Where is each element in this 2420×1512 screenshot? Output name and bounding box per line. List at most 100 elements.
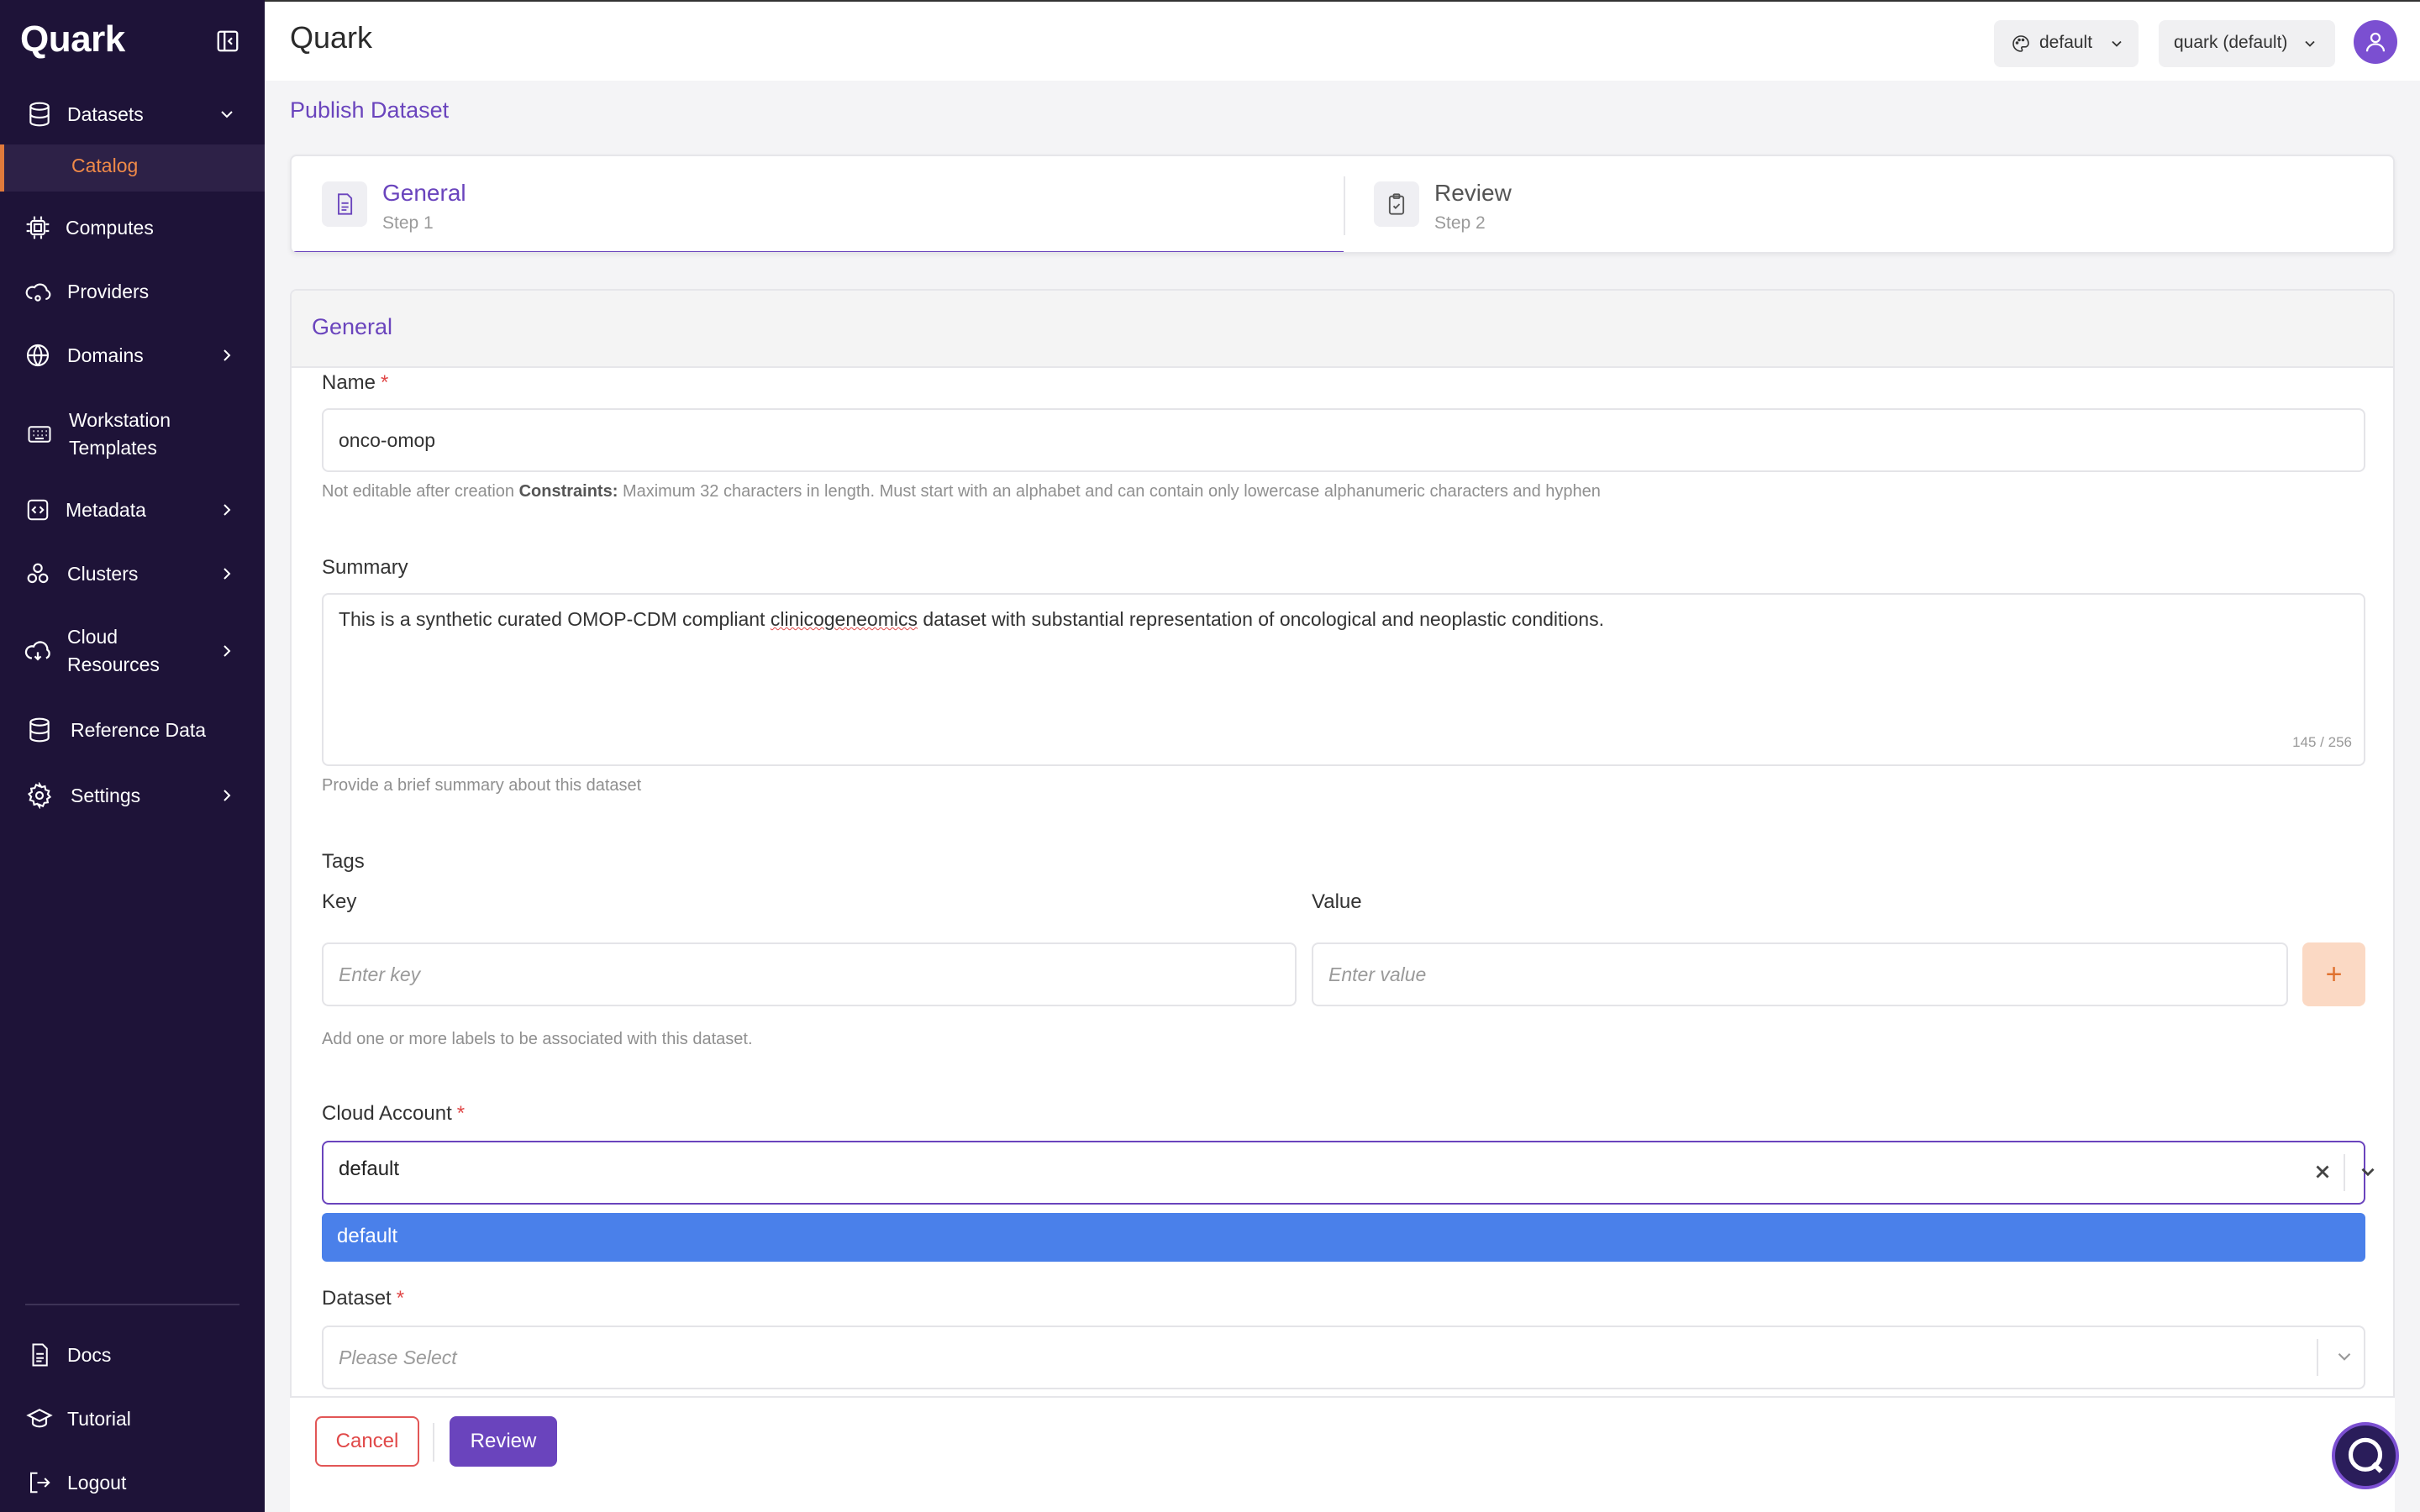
sidebar-item-workstation-templates[interactable]: Workstation Templates [0, 407, 265, 462]
palette-icon [2011, 34, 2031, 59]
sidebar-item-clusters[interactable]: Clusters [0, 559, 265, 588]
sidebar-item-settings[interactable]: Settings [0, 781, 265, 810]
clipboard-check-icon [1374, 181, 1419, 227]
sidebar-item-providers[interactable]: Providers [0, 277, 265, 306]
workspace-select-value: quark (default) [2174, 33, 2288, 52]
sidebar-item-label: Domains [67, 344, 144, 366]
cloud-account-value: default [339, 1158, 400, 1180]
summary-help: Provide a brief summary about this datas… [322, 776, 642, 795]
summary-textarea[interactable]: This is a synthetic curated OMOP-CDM com… [322, 593, 2365, 766]
globe-icon [24, 341, 52, 370]
cancel-button[interactable]: Cancel [315, 1416, 419, 1467]
sidebar-item-label: Tutorial [67, 1408, 131, 1430]
review-button[interactable]: Review [450, 1416, 557, 1467]
chevron-right-icon [217, 345, 237, 365]
database-icon [25, 716, 54, 744]
general-form-card: General Name * onco-omop Not editable aft… [290, 289, 2395, 1512]
sidebar-item-reference-data[interactable]: Reference Data [0, 716, 265, 744]
page-title: Publish Dataset [290, 97, 450, 123]
theme-select[interactable]: default [1994, 20, 2139, 67]
section-header: General [292, 291, 2393, 368]
sidebar-item-catalog[interactable]: Catalog [0, 144, 265, 192]
sidebar-item-label: Reference Data [71, 719, 207, 741]
logout-icon [25, 1468, 54, 1497]
user-avatar[interactable] [2354, 20, 2397, 64]
dropdown-option-default[interactable]: default [322, 1213, 2365, 1262]
app-title: Quark [290, 20, 373, 55]
document-icon [322, 181, 367, 227]
sidebar-item-domains[interactable]: Domains [0, 341, 265, 370]
section-title: General [312, 314, 393, 339]
keyboard-icon [25, 420, 54, 449]
dataset-label: Dataset * [322, 1287, 405, 1310]
sidebar-item-cloud-resources[interactable]: Cloud Resources [0, 623, 265, 679]
name-input[interactable]: onco-omop [322, 408, 2365, 472]
tags-help: Add one or more labels to be associated … [322, 1030, 753, 1048]
sidebar-item-label: Providers [67, 281, 150, 302]
sidebar-item-computes[interactable]: Computes [0, 213, 265, 242]
name-help: Not editable after creation Constraints:… [322, 482, 1601, 501]
top-header: Quark default quark (default) [265, 0, 2420, 81]
chevron-down-icon [2108, 35, 2125, 57]
tag-key-input[interactable]: Enter key [322, 942, 1297, 1006]
chevron-down-icon[interactable] [2357, 1161, 2379, 1189]
step-general[interactable]: General Step 1 [292, 156, 1344, 252]
cloud-icon [24, 637, 52, 665]
step-active-indicator [292, 251, 1344, 252]
step-title: Review [1434, 180, 1512, 206]
sidebar-collapse-icon[interactable] [215, 29, 240, 54]
sidebar-item-label: Clusters [67, 563, 139, 585]
sidebar-item-label: Catalog [71, 155, 139, 176]
sidebar-item-datasets[interactable]: Datasets [0, 99, 265, 129]
sidebar-item-label: Datasets [67, 103, 144, 125]
sidebar-item-label: Docs [67, 1344, 112, 1366]
chevron-right-icon [217, 500, 237, 520]
sidebar-item-label: Cloud Resources [67, 626, 160, 675]
workspace-select[interactable]: quark (default) [2159, 20, 2335, 67]
cloud-account-select[interactable]: default [322, 1141, 2375, 1205]
sidebar: Quark Datasets Catalog Computes Provider… [0, 0, 265, 1512]
clear-icon[interactable] [2312, 1161, 2333, 1189]
sidebar-item-label: Settings [71, 785, 141, 806]
stepper: General Step 1 Review Step 2 [290, 155, 2395, 254]
help-chat-button[interactable] [2332, 1422, 2399, 1489]
step-subtitle: Step 2 [1434, 213, 1486, 233]
dataset-select[interactable]: Please Select [322, 1326, 2365, 1389]
app-logo: Quark [20, 18, 125, 60]
chat-q-icon [2348, 1437, 2383, 1473]
database-icon [25, 100, 54, 129]
chevron-right-icon [217, 641, 237, 661]
sidebar-item-metadata[interactable]: Metadata [0, 496, 265, 524]
chevron-right-icon [217, 564, 237, 584]
tag-value-label: Value [1312, 890, 1362, 913]
step-title: General [382, 180, 466, 206]
form-footer: Cancel Review [290, 1396, 2395, 1512]
doc-icon [25, 1341, 54, 1369]
theme-select-value: default [2039, 33, 2093, 52]
clusters-icon [24, 559, 52, 588]
sidebar-item-logout[interactable]: Logout [0, 1468, 265, 1497]
chevron-down-icon [2302, 35, 2318, 57]
summary-label: Summary [322, 556, 408, 579]
char-counter: 145 / 256 [2292, 734, 2352, 750]
code-icon [24, 496, 52, 524]
chip-icon [24, 213, 52, 242]
cloud-account-label: Cloud Account * [322, 1102, 466, 1125]
chevron-down-icon [217, 104, 237, 124]
add-tag-button[interactable]: + [2302, 942, 2365, 1006]
step-subtitle: Step 1 [382, 213, 434, 233]
sidebar-item-tutorial[interactable]: Tutorial [0, 1404, 265, 1433]
providers-icon [24, 277, 52, 306]
step-review[interactable]: Review Step 2 [1344, 156, 2393, 252]
sidebar-item-label: Computes [66, 217, 154, 239]
sidebar-divider [25, 1304, 239, 1305]
footer-divider [433, 1423, 434, 1462]
sidebar-item-label: Logout [67, 1472, 127, 1494]
sidebar-item-label: Metadata [66, 499, 146, 521]
tags-label: Tags [322, 850, 365, 873]
tag-key-label: Key [322, 890, 357, 913]
tag-value-input[interactable]: Enter value [1312, 942, 2288, 1006]
sidebar-item-docs[interactable]: Docs [0, 1341, 265, 1369]
graduation-cap-icon [25, 1404, 54, 1433]
sidebar-item-label: Workstation Templates [69, 409, 171, 459]
